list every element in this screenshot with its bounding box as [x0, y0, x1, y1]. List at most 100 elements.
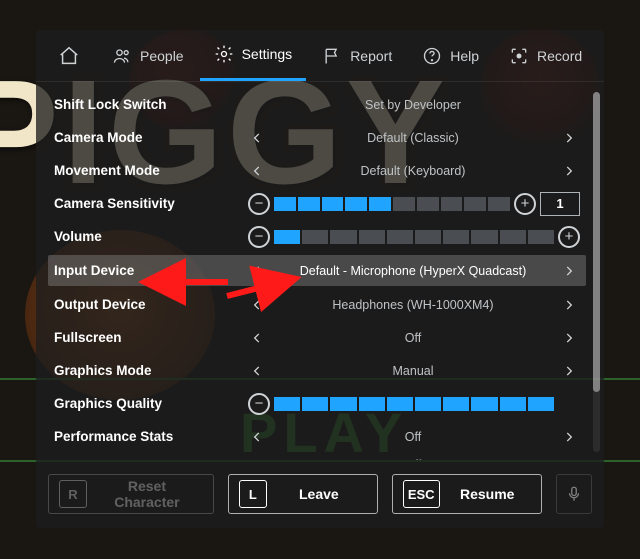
input-device-next[interactable] [558, 260, 580, 282]
volume-row: Volume − + [54, 220, 580, 253]
chevron-left-icon [250, 430, 264, 444]
people-tab[interactable]: People [98, 30, 198, 81]
micro-profiler-next[interactable] [558, 454, 580, 460]
micro-profiler-prev[interactable] [246, 454, 268, 460]
chevron-left-icon [250, 331, 264, 345]
menu-tabs: People Settings Report Help Record [36, 30, 604, 82]
chevron-right-icon [562, 131, 576, 145]
escape-menu: People Settings Report Help Record Shift… [36, 30, 604, 528]
movement-mode-prev[interactable] [246, 160, 268, 182]
volume-decrease[interactable]: − [248, 226, 270, 248]
performance-stats-next[interactable] [558, 426, 580, 448]
fullscreen-value: Off [270, 331, 556, 345]
fullscreen-prev[interactable] [246, 327, 268, 349]
performance-stats-label: Performance Stats [54, 429, 244, 444]
reset-label: Reset Character [101, 478, 193, 510]
output-device-prev[interactable] [246, 294, 268, 316]
volume-slider[interactable] [274, 230, 554, 244]
chevron-right-icon [562, 430, 576, 444]
record-icon [509, 46, 529, 66]
volume-increase[interactable]: + [558, 226, 580, 248]
report-tab[interactable]: Report [308, 30, 406, 81]
graphics-mode-label: Graphics Mode [54, 363, 244, 378]
movement-mode-next[interactable] [558, 160, 580, 182]
settings-scrollbar[interactable] [593, 92, 600, 452]
performance-stats-value: Off [270, 430, 556, 444]
chevron-right-icon [562, 331, 576, 345]
microphone-button[interactable] [556, 474, 592, 514]
camera-sensitivity-increase[interactable]: + [514, 193, 536, 215]
resume-button[interactable]: ESC Resume [392, 474, 542, 514]
camera-sensitivity-slider[interactable] [274, 197, 510, 211]
record-tab[interactable]: Record [495, 30, 596, 81]
output-device-next[interactable] [558, 294, 580, 316]
camera-mode-next[interactable] [558, 127, 580, 149]
camera-sensitivity-value[interactable]: 1 [540, 192, 580, 216]
shift-lock-row: Shift Lock Switch Set by Developer [54, 88, 580, 121]
input-device-row: Input Device Default - Microphone (Hyper… [48, 255, 586, 286]
fullscreen-label: Fullscreen [54, 330, 244, 345]
graphics-quality-label: Graphics Quality [54, 396, 244, 411]
home-tab[interactable] [42, 30, 96, 81]
shift-lock-label: Shift Lock Switch [54, 97, 244, 112]
camera-sensitivity-row: Camera Sensitivity − + 1 [54, 187, 580, 220]
help-tab-label: Help [450, 48, 479, 64]
home-icon [58, 45, 80, 67]
help-tab[interactable]: Help [408, 30, 493, 81]
performance-stats-row: Performance Stats Off [54, 420, 580, 453]
chevron-right-icon [562, 264, 576, 278]
people-tab-label: People [140, 48, 184, 64]
graphics-mode-row: Graphics Mode Manual [54, 354, 580, 387]
chevron-left-icon [250, 264, 264, 278]
movement-mode-value: Default (Keyboard) [270, 164, 556, 178]
leave-label: Leave [281, 486, 357, 502]
menu-footer: R Reset Character L Leave ESC Resume [36, 460, 604, 528]
camera-mode-prev[interactable] [246, 127, 268, 149]
camera-mode-label: Camera Mode [54, 130, 244, 145]
performance-stats-prev[interactable] [246, 426, 268, 448]
input-device-label: Input Device [54, 263, 244, 278]
micro-profiler-label: Micro Profiler [54, 458, 244, 461]
settings-tab[interactable]: Settings [200, 30, 307, 81]
leave-key-hint: L [239, 480, 267, 508]
settings-list: Shift Lock Switch Set by Developer Camer… [36, 82, 604, 460]
reset-character-button: R Reset Character [48, 474, 214, 514]
shift-lock-value: Set by Developer [270, 98, 556, 112]
chevron-right-icon [562, 364, 576, 378]
microphone-icon [565, 485, 583, 503]
settings-tab-label: Settings [242, 46, 293, 62]
camera-sensitivity-decrease[interactable]: − [248, 193, 270, 215]
camera-mode-value: Default (Classic) [270, 131, 556, 145]
chevron-right-icon [562, 164, 576, 178]
resume-label: Resume [454, 486, 521, 502]
volume-label: Volume [54, 229, 244, 244]
fullscreen-row: Fullscreen Off [54, 321, 580, 354]
movement-mode-label: Movement Mode [54, 163, 244, 178]
output-device-label: Output Device [54, 297, 244, 312]
camera-sensitivity-label: Camera Sensitivity [54, 196, 244, 211]
input-device-prev[interactable] [246, 260, 268, 282]
micro-profiler-value: Off [270, 458, 556, 460]
graphics-mode-next[interactable] [558, 360, 580, 382]
chevron-left-icon [250, 298, 264, 312]
chevron-left-icon [250, 164, 264, 178]
graphics-quality-row: Graphics Quality − [54, 387, 580, 420]
resume-key-hint: ESC [403, 480, 440, 508]
reset-key-hint: R [59, 480, 87, 508]
output-device-row: Output Device Headphones (WH-1000XM4) [54, 288, 580, 321]
graphics-mode-prev[interactable] [246, 360, 268, 382]
flag-icon [322, 46, 342, 66]
graphics-quality-decrease[interactable]: − [248, 393, 270, 415]
chevron-left-icon [250, 458, 264, 460]
chevron-right-icon [562, 458, 576, 460]
fullscreen-next[interactable] [558, 327, 580, 349]
report-tab-label: Report [350, 48, 392, 64]
people-icon [112, 46, 132, 66]
graphics-quality-slider[interactable] [274, 397, 554, 411]
output-device-value: Headphones (WH-1000XM4) [270, 298, 556, 312]
micro-profiler-row: Micro Profiler Off [54, 453, 580, 460]
chevron-right-icon [562, 298, 576, 312]
leave-button[interactable]: L Leave [228, 474, 378, 514]
chevron-left-icon [250, 364, 264, 378]
camera-mode-row: Camera Mode Default (Classic) [54, 121, 580, 154]
